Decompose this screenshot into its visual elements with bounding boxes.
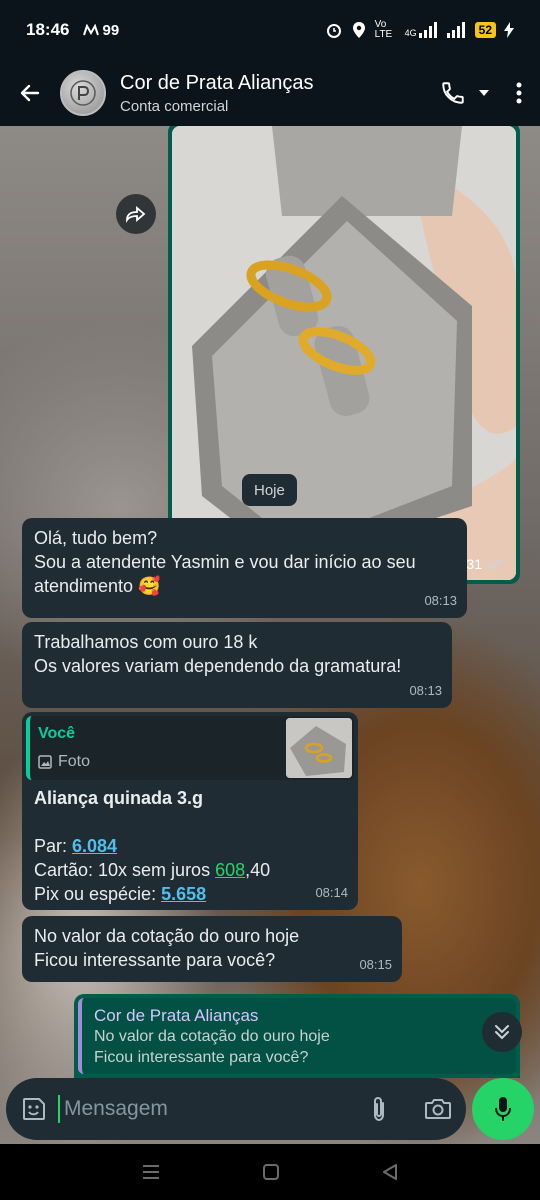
- contact-avatar[interactable]: [60, 70, 106, 116]
- incoming-message-product[interactable]: Você Foto Aliança quinada 3.g Par: 6.084…: [22, 712, 358, 910]
- quote-line: Ficou interessante para você?: [94, 1049, 309, 1066]
- message-input-box: [6, 1078, 466, 1140]
- phone-icon: [442, 82, 464, 104]
- menu-lines-icon: [142, 1165, 159, 1179]
- double-chevron-down-icon: [495, 1025, 509, 1040]
- price-pair-link[interactable]: 6.084: [72, 836, 117, 856]
- price-card-link[interactable]: 608: [215, 860, 245, 880]
- chat-area[interactable]: 18:31 Hoje Olá, tudo bem? Sou a atendent…: [0, 126, 540, 1144]
- system-back-button[interactable]: [381, 1163, 399, 1181]
- quoted-message[interactable]: Você Foto: [26, 716, 354, 780]
- message-line: Olá, tudo bem?: [34, 528, 158, 548]
- caret-down-icon: [479, 90, 489, 96]
- carrier-badge: 99: [83, 22, 119, 39]
- contact-info[interactable]: Cor de Prata Alianças Conta comercial: [120, 72, 440, 115]
- outgoing-message-reply[interactable]: Cor de Prata Alianças No valor da cotaçã…: [74, 994, 520, 1078]
- quoted-message[interactable]: Cor de Prata Alianças No valor da cotaçã…: [78, 998, 516, 1074]
- date-separator: Hoje: [242, 474, 297, 506]
- message-line: atendimento 🥰: [34, 576, 161, 596]
- ring-box-photo[interactable]: 18:31: [172, 126, 516, 580]
- price-pix-link[interactable]: 5.658: [161, 884, 206, 904]
- signal-icon-2: [446, 22, 465, 38]
- contact-name: Cor de Prata Alianças: [120, 71, 314, 94]
- signal-4g: 4G: [405, 22, 439, 38]
- triangle-back-icon: [383, 1164, 398, 1180]
- back-button[interactable]: [0, 60, 60, 126]
- arrow-left-icon: [20, 84, 40, 102]
- call-button[interactable]: [440, 80, 490, 106]
- status-time: 18:46: [26, 20, 70, 39]
- camera-icon: [425, 1099, 451, 1119]
- message-time: 08:13: [409, 683, 442, 698]
- message-line: Trabalhamos com ouro 18 k: [34, 632, 258, 652]
- quote-author: Cor de Prata Alianças: [94, 1006, 259, 1025]
- location-icon: [352, 22, 365, 38]
- voice-message-button[interactable]: [472, 1078, 534, 1140]
- forward-icon: [126, 206, 146, 223]
- composer: [0, 1074, 540, 1144]
- m-logo-icon: [83, 24, 100, 36]
- status-bar: 18:46 99 Vo LTE 4G 52: [0, 0, 540, 60]
- quote-thumbnail: [286, 718, 352, 778]
- incoming-message-quote-price[interactable]: No valor da cotação do ouro hoje Ficou i…: [22, 916, 402, 982]
- message-time: 08:15: [359, 957, 392, 972]
- message-line: Os valores variam dependendo da gramatur…: [34, 656, 402, 676]
- recents-button[interactable]: [141, 1163, 161, 1181]
- camera-button[interactable]: [424, 1097, 452, 1121]
- charging-icon: [504, 22, 514, 38]
- message-time: 08:14: [315, 885, 348, 900]
- ring-box-image: [172, 126, 516, 580]
- square-home-icon: [262, 1164, 279, 1180]
- chat-header: Cor de Prata Alianças Conta comercial: [0, 60, 540, 126]
- double-check-icon: [486, 559, 503, 570]
- scroll-to-bottom-button[interactable]: [482, 1012, 522, 1052]
- battery-indicator: 52: [474, 22, 496, 38]
- message-time: 08:13: [424, 593, 457, 608]
- image-message[interactable]: 18:31: [168, 126, 520, 584]
- ring-thumbnail-image: [286, 718, 352, 778]
- alarm-icon: [326, 24, 341, 38]
- message-line: Sou a atendente Yasmin e vou dar início …: [34, 552, 416, 572]
- price-pair-line: Par: 6.084: [34, 836, 118, 856]
- photo-icon: [38, 755, 52, 769]
- more-options-button[interactable]: [516, 82, 522, 104]
- incoming-message-gold-info[interactable]: Trabalhamos com ouro 18 k Os valores var…: [22, 622, 452, 708]
- attach-button[interactable]: [370, 1095, 388, 1123]
- volte-indicator: Vo LTE: [374, 19, 393, 40]
- microphone-icon: [495, 1097, 511, 1121]
- brand-logo-icon: [70, 80, 96, 106]
- kebab-menu-icon: [516, 82, 522, 104]
- forward-button[interactable]: [116, 194, 156, 234]
- system-nav-bar: [0, 1144, 540, 1200]
- sticker-button[interactable]: [20, 1095, 48, 1123]
- home-button[interactable]: [262, 1163, 280, 1181]
- message-input[interactable]: [58, 1095, 360, 1123]
- incoming-message-greeting[interactable]: Olá, tudo bem? Sou a atendente Yasmin e …: [22, 518, 467, 618]
- signal-icon: [418, 22, 437, 38]
- paperclip-icon: [374, 1096, 384, 1122]
- message-line: Ficou interessante para você?: [34, 950, 276, 970]
- price-card-line: Cartão: 10x sem juros 608,40: [34, 860, 271, 880]
- message-line: No valor da cotação do ouro hoje: [34, 926, 300, 946]
- quote-line: No valor da cotação do ouro hoje: [94, 1028, 330, 1045]
- product-title: Aliança quinada 3.g: [34, 788, 204, 808]
- price-pix-line: Pix ou espécie: 5.658: [34, 884, 207, 904]
- contact-subtitle: Conta comercial: [120, 97, 229, 115]
- sticker-icon: [23, 1098, 45, 1120]
